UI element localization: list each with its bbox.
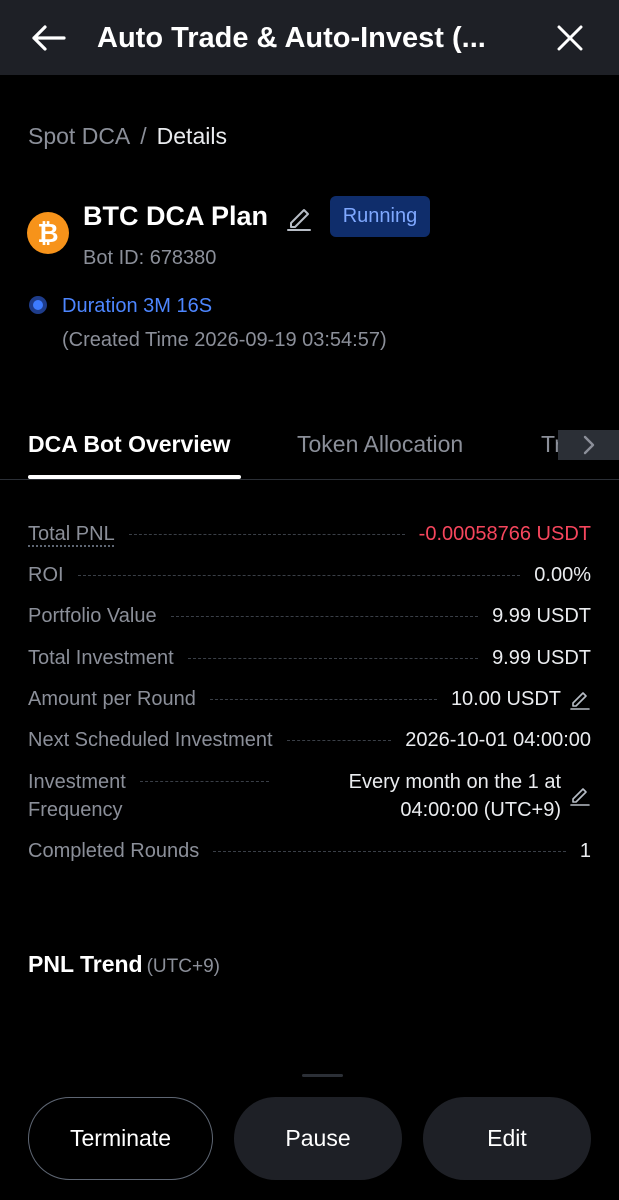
total-pnl-label[interactable]: Total PNL: [28, 520, 115, 548]
row-total-investment: Total Investment 9.99 USDT: [28, 644, 591, 672]
edit-name-icon[interactable]: [284, 202, 314, 232]
bot-id: Bot ID: 678380: [83, 247, 217, 269]
plan-name: BTC DCA Plan: [83, 201, 269, 231]
breadcrumb-details: Details: [156, 123, 227, 149]
breadcrumb-spot-dca[interactable]: Spot DCA: [28, 123, 130, 149]
row-total-pnl: Total PNL -0.00058766 USDT: [28, 520, 591, 548]
completed-rounds-label: Completed Rounds: [28, 840, 200, 862]
amount-per-round-label: Amount per Round: [28, 688, 196, 710]
edit-frequency-icon[interactable]: [569, 784, 591, 806]
close-icon[interactable]: [552, 20, 588, 56]
pause-button[interactable]: Pause: [234, 1097, 402, 1180]
leader-dots: [209, 698, 437, 700]
total-investment-label: Total Investment: [28, 647, 174, 669]
total-pnl-value: -0.00058766 USDT: [418, 523, 591, 545]
arrow-left-icon[interactable]: [28, 20, 68, 56]
row-roi: ROI 0.00%: [28, 561, 591, 589]
roi-label: ROI: [28, 564, 64, 586]
leader-dots: [286, 739, 392, 741]
tab-dca-bot-overview[interactable]: DCA Bot Overview: [28, 428, 230, 460]
chevron-right-icon[interactable]: [558, 430, 619, 460]
investment-frequency-label-line2: Frequency: [28, 799, 123, 821]
completed-rounds-value: 1: [579, 840, 591, 862]
top-bar: Auto Trade & Auto-Invest (...: [0, 0, 619, 75]
leader-dots: [187, 657, 479, 659]
investment-frequency-label: Investment Frequency: [28, 768, 126, 824]
duration: Duration 3M 16S: [62, 295, 213, 317]
row-investment-frequency: Investment Frequency Every month on the …: [28, 768, 591, 824]
active-tab-indicator: [28, 475, 241, 479]
tab-token-allocation[interactable]: Token Allocation: [297, 428, 463, 460]
next-scheduled-label: Next Scheduled Investment: [28, 729, 273, 751]
leader-dots: [139, 781, 269, 782]
row-completed-rounds: Completed Rounds 1: [28, 837, 591, 865]
investment-frequency-value-line2: 04:00:00 (UTC+9): [400, 799, 561, 821]
pnl-trend-timezone: (UTC+9): [146, 956, 220, 977]
row-next-scheduled-investment: Next Scheduled Investment 2026-10-01 04:…: [28, 726, 591, 754]
breadcrumb-separator: /: [140, 123, 147, 149]
edit-button[interactable]: Edit: [423, 1097, 591, 1180]
investment-frequency-value-line1: Every month on the 1 at: [348, 771, 561, 793]
edit-amount-icon[interactable]: [569, 688, 591, 710]
row-portfolio-value: Portfolio Value 9.99 USDT: [28, 602, 591, 630]
total-investment-value: 9.99 USDT: [492, 647, 591, 669]
bitcoin-icon: ₿: [27, 212, 69, 254]
pnl-trend-title: PNL Trend (UTC+9): [28, 948, 220, 983]
roi-value: 0.00%: [534, 564, 591, 586]
created-time: (Created Time 2026-09-19 03:54:57): [62, 329, 387, 351]
terminate-button[interactable]: Terminate: [28, 1097, 213, 1180]
portfolio-value-label: Portfolio Value: [28, 605, 157, 627]
pnl-trend-label: PNL Trend: [28, 951, 143, 977]
portfolio-value-value: 9.99 USDT: [492, 605, 591, 627]
page-title: Auto Trade & Auto-Invest (...: [97, 22, 486, 54]
sheet-handle[interactable]: [302, 1074, 343, 1077]
status-badge: Running: [330, 196, 430, 237]
breadcrumb: Spot DCA / Details: [28, 120, 227, 152]
investment-frequency-label-line1: Investment: [28, 771, 126, 793]
running-dot-icon: [29, 296, 47, 314]
leader-dots: [213, 850, 566, 852]
leader-dots: [128, 533, 405, 535]
row-amount-per-round: Amount per Round 10.00 USDT: [28, 685, 591, 713]
tab-bar: DCA Bot Overview Token Allocation Tr: [0, 420, 619, 480]
investment-frequency-value: Every month on the 1 at 04:00:00 (UTC+9): [349, 768, 561, 824]
amount-per-round-value: 10.00 USDT: [450, 688, 561, 710]
leader-dots: [77, 574, 521, 576]
next-scheduled-value: 2026-10-01 04:00:00: [405, 729, 591, 751]
leader-dots: [170, 615, 479, 617]
